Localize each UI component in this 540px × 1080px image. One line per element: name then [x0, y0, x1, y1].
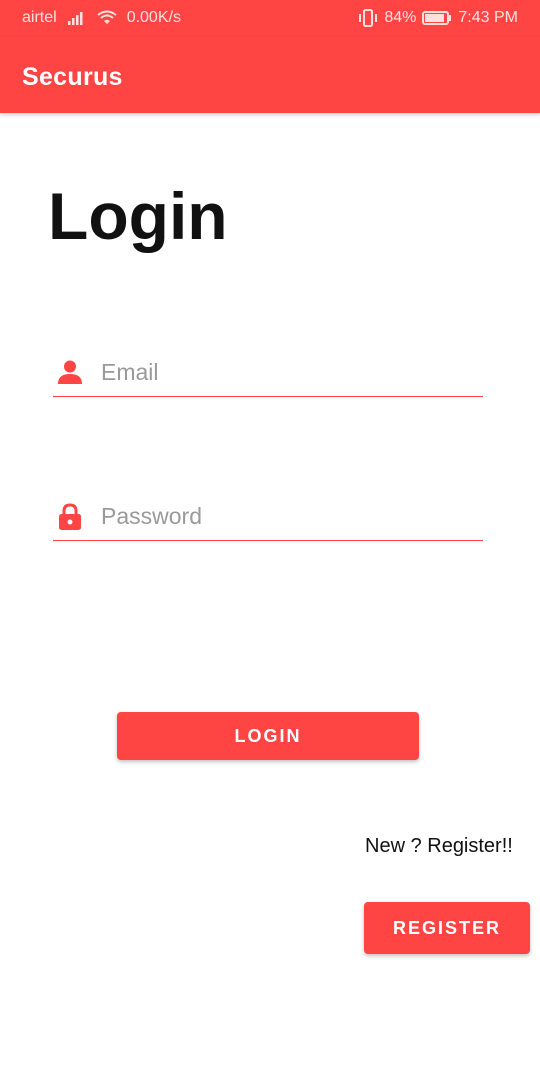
page-title: Login — [48, 179, 228, 253]
battery-icon — [422, 10, 452, 26]
clock: 7:43 PM — [458, 9, 518, 26]
wifi-icon — [97, 10, 117, 26]
app-bar: Securus — [0, 37, 540, 113]
vibrate-icon — [358, 9, 378, 27]
app-title: Securus — [22, 63, 123, 91]
register-hint: New ? Register!! — [365, 835, 513, 857]
register-button[interactable]: REGISTER — [364, 902, 530, 954]
signal-icon — [67, 10, 87, 26]
password-field-container — [53, 492, 483, 541]
login-button[interactable]: LOGIN — [117, 712, 419, 760]
email-field-container — [53, 348, 483, 397]
status-bar: airtel 0.00K/s 84% 7:43 PM — [0, 0, 540, 37]
lock-icon — [57, 503, 83, 530]
net-speed: 0.00K/s — [126, 9, 181, 26]
password-field[interactable] — [101, 498, 471, 534]
person-icon — [57, 359, 83, 385]
email-field[interactable] — [101, 354, 471, 390]
battery-percent: 84% — [384, 9, 417, 26]
carrier-name: airtel — [22, 9, 57, 26]
